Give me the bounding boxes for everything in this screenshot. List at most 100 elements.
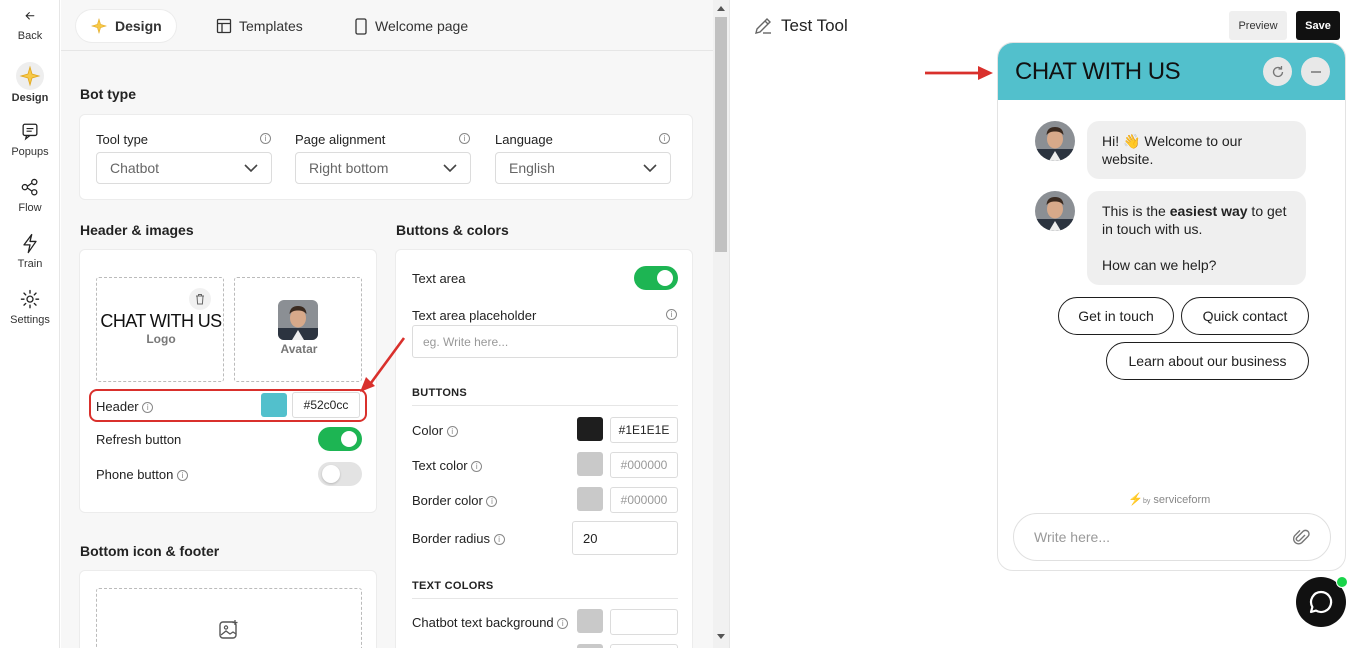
next-color-swatch[interactable] — [577, 644, 603, 648]
avatar — [278, 300, 318, 340]
template-icon — [216, 18, 232, 34]
preview-button[interactable]: Preview — [1229, 11, 1287, 40]
powered-by-text: by — [1142, 498, 1151, 505]
buttons-heading: BUTTONS — [412, 387, 468, 399]
minimize-button[interactable] — [1301, 57, 1330, 86]
phone-button-toggle[interactable] — [318, 462, 362, 486]
rail-item-flow[interactable]: Flow — [0, 176, 60, 214]
phone-label-text: Phone button — [96, 467, 174, 482]
header-color-swatch[interactable] — [261, 393, 287, 417]
info-icon: i — [471, 461, 483, 473]
info-icon: i — [493, 534, 505, 546]
tool-type-select[interactable]: Chatbot — [96, 152, 272, 184]
bottom-icon-upload[interactable] — [96, 588, 362, 648]
avatar-upload[interactable]: Avatar — [234, 277, 362, 382]
placeholder-input[interactable]: eg. Write here... — [412, 325, 678, 358]
scroll-up-arrow[interactable] — [717, 6, 725, 11]
border-radius-text: Border radius — [412, 531, 491, 546]
next-color-input[interactable] — [610, 644, 678, 648]
avatar-image — [1035, 191, 1075, 231]
button-color-input[interactable]: #1E1E1E — [610, 417, 678, 443]
rail-item-settings[interactable]: Settings — [0, 288, 60, 326]
rail-item-popups[interactable]: Popups — [0, 120, 60, 158]
widget-title: CHAT WITH US — [1015, 58, 1181, 85]
placeholder-label: Text area placeholder — [412, 308, 537, 323]
refresh-button[interactable] — [1263, 57, 1292, 86]
text-color-text: Text color — [412, 458, 468, 473]
rail-label-popups: Popups — [11, 146, 49, 158]
info-icon: i — [446, 426, 458, 438]
chevron-down-icon — [244, 164, 258, 172]
share-nodes-icon — [21, 178, 38, 196]
quick-reply-button[interactable]: Quick contact — [1181, 297, 1309, 335]
image-upload-icon — [219, 620, 238, 639]
avatar-image — [1035, 121, 1075, 161]
border-color-input[interactable]: #000000 — [610, 487, 678, 513]
header-images-card: CHAT WITH US Logo Avatar Header i #52c0c… — [79, 249, 377, 513]
scroll-thumb[interactable] — [715, 17, 727, 252]
info-icon: i — [557, 618, 569, 630]
save-button[interactable]: Save — [1296, 11, 1340, 40]
divider — [412, 405, 678, 406]
header-label-text: Header — [96, 399, 139, 414]
trash-icon — [196, 294, 204, 305]
border-color-text: Border color — [412, 493, 483, 508]
tab-templates[interactable]: Templates — [202, 10, 317, 42]
editor-tabs: Design Templates Welcome page — [61, 0, 713, 51]
button-color-swatch[interactable] — [577, 417, 603, 441]
bottom-footer-card — [79, 570, 377, 648]
chatbot-bg-swatch[interactable] — [577, 609, 603, 633]
tab-welcome-page[interactable]: Welcome page — [340, 10, 482, 42]
phone-icon — [355, 17, 367, 35]
rail-item-train[interactable]: Train — [0, 232, 60, 270]
info-icon: i — [260, 133, 271, 144]
text-color-input[interactable]: #000000 — [610, 452, 678, 478]
text-color-label: Text color i — [412, 458, 483, 473]
border-color-label: Border color i — [412, 493, 498, 508]
lightning-icon — [23, 233, 37, 254]
tab-design[interactable]: Design — [76, 10, 176, 42]
logo-upload[interactable]: CHAT WITH US Logo — [96, 277, 224, 382]
delete-logo-button[interactable] — [189, 288, 211, 310]
text-color-swatch[interactable] — [577, 452, 603, 476]
tool-name[interactable]: Test Tool — [781, 16, 848, 36]
text-area-toggle[interactable] — [634, 266, 678, 290]
button-color-label: Color i — [412, 423, 458, 438]
chatbot-bg-input[interactable] — [610, 609, 678, 635]
tool-type-label: Tool type — [96, 132, 149, 147]
avatar-image — [278, 300, 318, 340]
border-radius-input[interactable]: 20 — [572, 521, 678, 555]
scroll-down-arrow[interactable] — [717, 634, 725, 639]
refresh-button-toggle[interactable] — [318, 427, 362, 451]
quick-reply-button[interactable]: Learn about our business — [1106, 342, 1309, 380]
widget-header: CHAT WITH US — [998, 43, 1345, 100]
info-icon: i — [459, 133, 470, 144]
tool-type-value: Chatbot — [110, 160, 160, 176]
header-color-input[interactable]: #52c0cc — [292, 392, 360, 418]
info-icon: i — [486, 496, 498, 508]
rail-item-design[interactable]: Design — [0, 62, 60, 104]
chat-launcher-button[interactable] — [1296, 576, 1348, 627]
message-input[interactable]: Write here... — [1013, 513, 1331, 561]
powered-by[interactable]: ⚡by serviceform — [1128, 492, 1210, 506]
back-button[interactable]: Back — [0, 10, 60, 42]
chat-icon — [1309, 590, 1333, 614]
message-text: How can we help? — [1102, 257, 1217, 273]
page-alignment-select[interactable]: Right bottom — [295, 152, 471, 184]
info-icon: i — [666, 309, 677, 320]
header-images-title: Header & images — [80, 222, 194, 238]
quick-reply-button[interactable]: Get in touch — [1058, 297, 1174, 335]
gear-icon — [20, 289, 40, 309]
lightning-icon: ⚡ — [1128, 492, 1143, 506]
rail-label-settings: Settings — [10, 314, 50, 326]
border-color-swatch[interactable] — [577, 487, 603, 511]
text-colors-heading: TEXT COLORS — [412, 580, 494, 592]
button-color-text: Color — [412, 423, 444, 438]
divider — [412, 598, 678, 599]
editor-scrollbar[interactable] — [713, 0, 729, 648]
logo-preview-text: CHAT WITH US — [100, 311, 222, 331]
paperclip-icon[interactable] — [1292, 527, 1310, 547]
header-color-label: Header i — [96, 399, 154, 414]
language-select[interactable]: English — [495, 152, 671, 184]
pencil-icon[interactable] — [753, 16, 773, 36]
